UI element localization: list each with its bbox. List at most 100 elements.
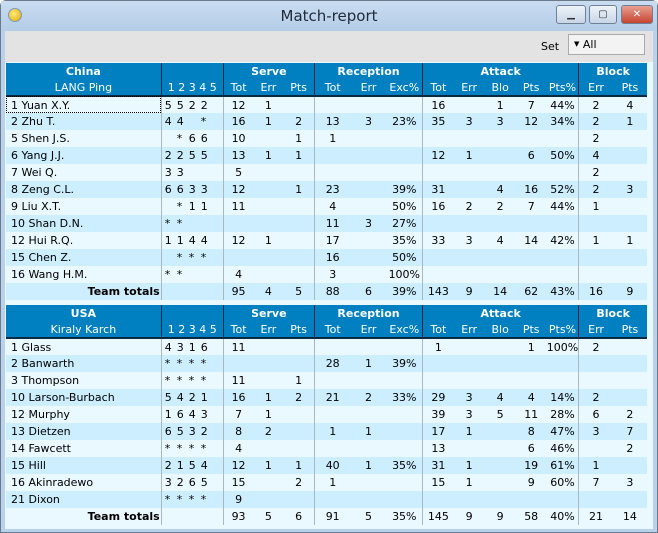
stat-cell: 5: [222, 164, 254, 181]
player-row[interactable]: 10 Shan D.N. * * 11 3 27%: [6, 215, 647, 232]
player-row[interactable]: 1 Glass 4 3 1 6 11 1 1 100% 2: [6, 338, 647, 355]
rotation-position: 2: [164, 149, 172, 162]
stat-cell: 8: [527, 425, 535, 438]
player-row[interactable]: 16 Akinradewo 3 2 6 5 15 2 1 15 1 9 60% 7 3: [6, 474, 647, 491]
serve-col-header[interactable]: Tot: [222, 79, 254, 97]
serve-col-header[interactable]: Pts: [283, 79, 315, 97]
attack-col-header[interactable]: Err: [453, 79, 485, 97]
rotation-position: 6: [164, 183, 172, 196]
player-name[interactable]: 3 Thompson: [6, 372, 161, 389]
attack-col-header[interactable]: Blo: [484, 321, 516, 339]
set-label: Set: [541, 40, 560, 53]
serve-col-header[interactable]: Pts: [283, 321, 315, 339]
stat-cell: [516, 491, 547, 508]
player-name[interactable]: 2 Zhu T.: [6, 113, 161, 130]
reception-col-header[interactable]: Exc%: [386, 321, 423, 339]
stat-cell: [313, 96, 351, 113]
player-name[interactable]: 8 Zeng C.L.: [6, 181, 161, 198]
player-row[interactable]: 2 Zhu T. 4 4 * 16 1 2 13 3 23% 35 3 3 12 34% 2 1: [6, 113, 647, 130]
attack-col-header[interactable]: Err: [453, 321, 485, 339]
player-row[interactable]: 13 Dietzen 6 5 3 2 8 2 1 1 17 1 8 47% 3 7: [6, 423, 647, 440]
attack-col-header[interactable]: Blo: [484, 79, 516, 97]
reception-col-header[interactable]: Err: [350, 321, 387, 339]
player-name[interactable]: 9 Liu X.T.: [6, 198, 161, 215]
player-name[interactable]: 13 Dietzen: [6, 423, 161, 440]
reception-col-header[interactable]: Exc%: [386, 79, 423, 97]
attack-col-header[interactable]: Tot: [422, 321, 454, 339]
player-name[interactable]: 1 Yuan X.Y.: [6, 96, 162, 113]
attack-col-header[interactable]: Pts%: [546, 321, 579, 339]
player-name[interactable]: 12 Murphy: [6, 406, 161, 423]
player-row[interactable]: 9 Liu X.T. * 1 1 11 4 50% 16 2 2 7 44% 1: [6, 198, 647, 215]
player-row[interactable]: 8 Zeng C.L. 6 6 3 3 12 1 23 39% 31 4 16 52% 2 3: [6, 181, 647, 198]
player-name[interactable]: 16 Akinradewo: [6, 474, 161, 491]
attack-col-header[interactable]: Pts%: [546, 79, 579, 97]
block-col-header[interactable]: Pts: [612, 79, 647, 97]
player-row[interactable]: 14 Fawcett * * * * 4 13 6 46% 2: [6, 440, 647, 457]
player-row[interactable]: 10 Larson-Burbach 5 4 2 1 16 1 2 21 2 33% 29 3 4 4 14% 2: [6, 389, 647, 406]
player-name[interactable]: 6 Yang J.J.: [6, 147, 161, 164]
player-name[interactable]: 21 Dixon: [6, 491, 161, 508]
attack-col-header[interactable]: Pts: [515, 79, 547, 97]
rotation-position: 5: [164, 98, 172, 112]
player-name[interactable]: 15 Chen Z.: [6, 249, 161, 266]
player-row[interactable]: 15 Chen Z. * * * 16 50%: [6, 249, 647, 266]
player-name[interactable]: 5 Shen J.S.: [6, 130, 161, 147]
rotation-position: 5: [200, 476, 208, 489]
rotation-position: 1: [200, 200, 208, 213]
player-name[interactable]: 12 Hui R.Q.: [6, 232, 161, 249]
stat-cell: [547, 130, 579, 147]
stat-cell: [283, 338, 314, 355]
player-name[interactable]: 14 Fawcett: [6, 440, 161, 457]
block-col-header[interactable]: Pts: [612, 321, 647, 339]
stat-cell: 1: [313, 423, 351, 440]
serve-col-header[interactable]: Err: [253, 321, 284, 339]
player-name[interactable]: 10 Shan D.N.: [6, 215, 161, 232]
player-row[interactable]: 7 Wei Q. 3 3 5 2: [6, 164, 647, 181]
stat-cell: 3: [364, 217, 372, 230]
stat-cell: [350, 338, 386, 355]
serve-col-header[interactable]: Tot: [222, 321, 254, 339]
reception-col-header[interactable]: Tot: [313, 79, 351, 97]
rotation-cell: * * * *: [160, 491, 224, 508]
player-name[interactable]: 2 Banwarth: [6, 355, 161, 372]
stat-cell: 3: [364, 115, 372, 128]
attack-col-header[interactable]: Tot: [422, 79, 454, 97]
player-row[interactable]: 16 Wang H.M. * * 4 3 100%: [6, 266, 647, 283]
total-cell: 9: [465, 285, 473, 298]
title-bar[interactable]: Match-report ▁ ▢ ✕: [1, 1, 657, 31]
rotation-position: 4: [188, 408, 196, 421]
reception-col-header[interactable]: Tot: [313, 321, 351, 339]
close-button[interactable]: ✕: [621, 5, 653, 24]
team-totals-row: Team totals 95 4 5 88 6 39% 143 9 14 62 43% 16 9: [6, 283, 647, 300]
stat-cell: [613, 147, 647, 164]
player-row[interactable]: 1 Yuan X.Y. 5 5 2 2 12 1 16 1 7 44% 2 4: [6, 96, 647, 113]
maximize-button[interactable]: ▢: [589, 5, 617, 24]
player-row[interactable]: 12 Murphy 1 6 4 3 7 1 39 3 5 11 28% 6 2: [6, 406, 647, 423]
serve-col-header[interactable]: Err: [253, 79, 284, 97]
stat-cell: [485, 338, 516, 355]
player-row[interactable]: 15 Hill 2 1 5 4 12 1 1 40 1 35% 31 1 19 61% 1: [6, 457, 647, 474]
player-row[interactable]: 3 Thompson * * * * 11 1: [6, 372, 647, 389]
stat-cell: 2: [295, 476, 303, 489]
player-row[interactable]: 12 Hui R.Q. 1 1 4 4 12 1 17 35% 33 3 4 14 42% 1 1: [6, 232, 647, 249]
total-cell: 39%: [392, 285, 417, 298]
stat-cell: 50%: [550, 149, 575, 162]
player-name[interactable]: 15 Hill: [6, 457, 161, 474]
block-col-header[interactable]: Err: [578, 321, 613, 339]
player-name[interactable]: 7 Wei Q.: [6, 164, 161, 181]
set-dropdown[interactable]: ▼ All: [568, 34, 645, 55]
attack-col-header[interactable]: Pts: [515, 321, 547, 339]
player-row[interactable]: 2 Banwarth * * * * 28 1 39%: [6, 355, 647, 372]
block-col-header[interactable]: Err: [578, 79, 613, 97]
stat-cell: [253, 355, 283, 372]
player-name[interactable]: 16 Wang H.M.: [6, 266, 161, 283]
player-row[interactable]: 21 Dixon * * * * 9: [6, 491, 647, 508]
minimize-button[interactable]: ▁: [556, 5, 586, 24]
player-row[interactable]: 6 Yang J.J. 2 2 5 5 13 1 1 12 1 6 50% 4: [6, 147, 647, 164]
player-row[interactable]: 5 Shen J.S. * 6 6 10 1 1 2: [6, 130, 647, 147]
reception-col-header[interactable]: Err: [350, 79, 387, 97]
player-name[interactable]: 10 Larson-Burbach: [6, 389, 161, 406]
stat-cell: 35%: [392, 459, 417, 472]
player-name[interactable]: 1 Glass: [6, 338, 161, 355]
